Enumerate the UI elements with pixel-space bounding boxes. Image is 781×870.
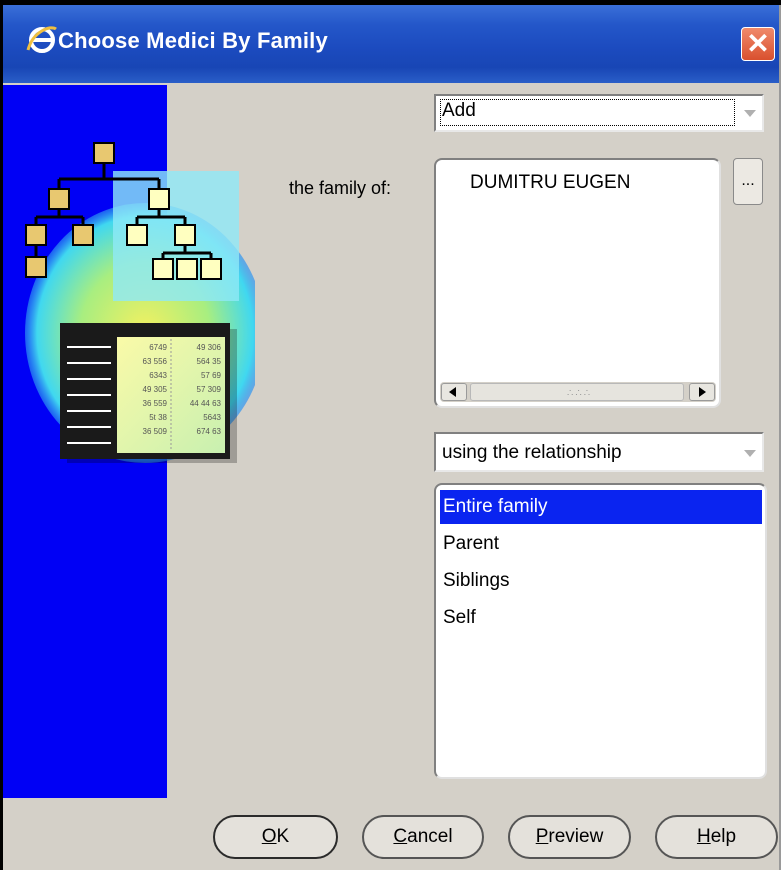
art-number: 674 63 [197,427,222,436]
relationship-list[interactable]: Entire family Parent Siblings Self [434,483,767,779]
list-item-entire-family[interactable]: Entire family [440,490,762,524]
close-button[interactable]: ✕ [741,27,775,61]
art-number: 57 309 [197,385,222,394]
help-mnemonic: H [696,826,711,847]
family-tree-illustration: 6749 63 556 6343 49 305 36 559 5t 38 36 … [25,142,255,463]
art-number: 564 35 [197,357,222,366]
family-of-label: the family of: [289,178,392,198]
art-number: 44 44 63 [190,399,222,408]
horizontal-scrollbar[interactable]: ∴∴∴ [440,382,716,402]
ie-logo-icon [26,26,57,53]
title-bar[interactable]: Choose Medici By Family ✕ [3,5,779,83]
grip-icon: ∴∴∴ [567,388,593,399]
art-number: 36 509 [143,427,168,436]
focus-rect [440,99,735,126]
art-number: 5643 [203,413,221,422]
list-item-self[interactable]: Self [440,601,762,635]
relationship-combo-value: using the relationship [442,442,622,463]
ok-mnemonic: O [261,826,277,847]
preview-button[interactable]: Preview [508,815,631,859]
cancel-mnemonic: C [393,826,408,847]
scroll-left-icon[interactable] [441,383,467,401]
dialog-window: Choose Medici By Family ✕ 6749 63 556 63… [3,5,781,870]
scrollbar-thumb[interactable]: ∴∴∴ [470,383,684,401]
chevron-down-icon[interactable] [744,450,756,457]
art-number: 6749 [149,343,167,352]
list-item-parent[interactable]: Parent [440,527,762,561]
art-number: 49 306 [197,343,222,352]
chevron-down-icon[interactable] [744,110,756,117]
family-member-field[interactable]: DUMITRU EUGEN ∴∴∴ [434,158,721,408]
browse-family-button[interactable]: ... [733,158,763,205]
ok-label-rest: K [276,826,290,847]
art-number: 36 559 [143,399,168,408]
art-number: 63 556 [143,357,168,366]
close-icon: ✕ [746,28,770,59]
preview-mnemonic: P [535,826,549,847]
art-number: 49 305 [143,385,168,394]
action-combo[interactable]: Add [434,94,764,132]
art-number: 57 69 [201,371,222,380]
ok-button[interactable]: OK [213,815,338,859]
help-label-rest: elp [710,826,737,847]
art-number: 5t 38 [149,413,167,422]
help-button[interactable]: Help [655,815,778,859]
preview-label-rest: review [548,826,604,847]
cancel-label-rest: ancel [407,826,453,847]
relationship-combo[interactable]: using the relationship [434,432,764,472]
action-combo-value: Add [442,100,476,121]
window-title: Choose Medici By Family [58,28,328,53]
art-number: 6343 [149,371,167,380]
family-member-value: DUMITRU EUGEN [470,172,631,193]
scroll-right-icon[interactable] [689,383,715,401]
list-item-siblings[interactable]: Siblings [440,564,762,598]
cancel-button[interactable]: Cancel [362,815,484,859]
